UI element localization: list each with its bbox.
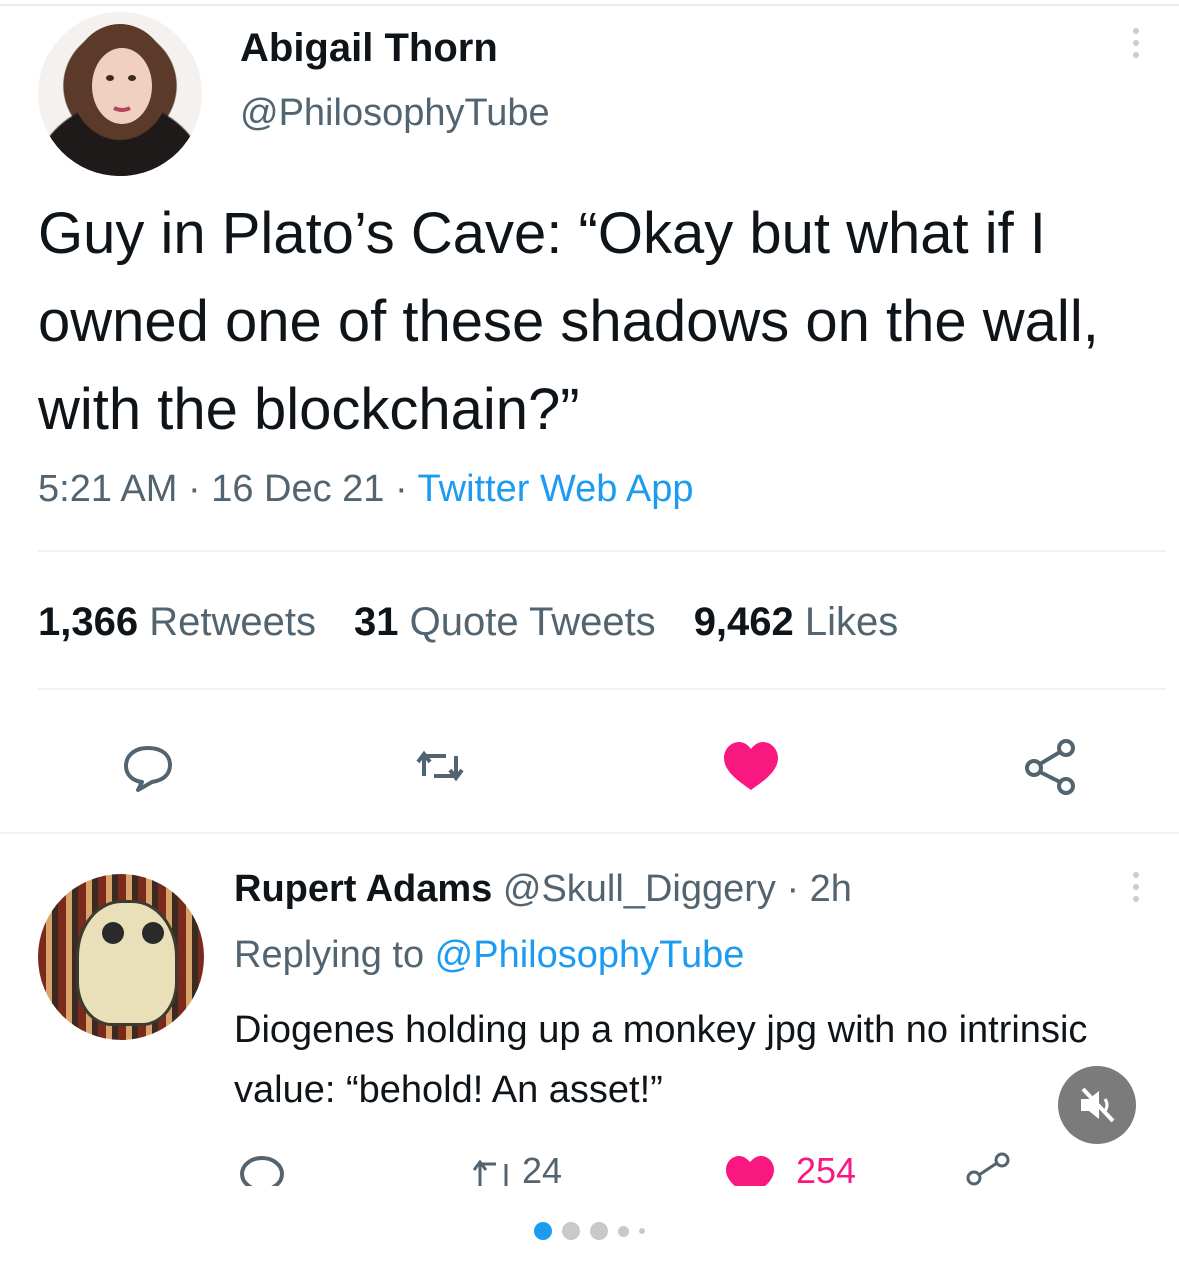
top-divider — [0, 4, 1179, 6]
share-button[interactable] — [1020, 736, 1080, 796]
author-portrait — [58, 24, 182, 176]
quotes-stat[interactable]: 31 Quote Tweets — [354, 600, 656, 644]
quotes-label: Quote Tweets — [409, 600, 656, 644]
reply-retweet-button[interactable] — [470, 1150, 518, 1192]
likes-count: 9,462 — [693, 600, 794, 644]
tweet-meta: 5:21 AM · 16 Dec 21 · Twitter Web App — [38, 468, 694, 511]
reply-text: Diogenes holding up a monkey jpg with no… — [234, 1009, 1088, 1111]
retweets-label: Retweets — [149, 600, 316, 644]
author-name[interactable]: Abigail Thorn — [240, 26, 498, 71]
reply-author-name[interactable]: Rupert Adams — [234, 868, 492, 910]
retweets-count: 1,366 — [38, 600, 139, 644]
divider — [38, 550, 1166, 552]
carousel-dot[interactable] — [590, 1222, 608, 1240]
reply-bubble-icon — [124, 746, 172, 792]
carousel-dot[interactable] — [562, 1222, 580, 1240]
quotes-count: 31 — [353, 600, 399, 644]
more-options-icon[interactable] — [1128, 28, 1144, 72]
retweet-icon — [472, 1159, 508, 1192]
replying-to: Replying to @PhilosophyTube — [234, 934, 744, 977]
retweet-icon — [416, 750, 464, 782]
meta-separator: · — [384, 468, 418, 510]
share-icon — [1025, 739, 1075, 795]
reply-like-button[interactable] — [722, 1150, 778, 1198]
tweet-date[interactable]: 16 Dec 21 — [211, 468, 384, 510]
carousel-dot-active[interactable] — [534, 1222, 552, 1240]
reply-button[interactable] — [118, 736, 178, 796]
reply-avatar[interactable] — [38, 874, 204, 1040]
muted-speaker-icon — [1081, 1087, 1115, 1123]
more-options-icon[interactable] — [1128, 872, 1144, 916]
reply-header: Rupert Adams @Skull_Diggery · 2h — [234, 868, 852, 911]
likes-label: Likes — [804, 600, 899, 644]
heart-icon — [726, 1156, 774, 1198]
tweet-text: Guy in Plato’s Cave: “Okay but what if I… — [38, 201, 1099, 442]
likes-stat[interactable]: 9,462 Likes — [694, 600, 899, 644]
carousel-dot[interactable] — [639, 1228, 645, 1234]
carousel-indicator — [0, 1222, 1179, 1240]
carousel-dot[interactable] — [618, 1225, 629, 1237]
reply-reply-button[interactable] — [238, 1150, 286, 1192]
skull-illustration — [76, 900, 178, 1026]
like-button[interactable] — [720, 736, 782, 798]
replying-to-handle[interactable]: @PhilosophyTube — [435, 934, 745, 976]
tweet-source[interactable]: Twitter Web App — [418, 468, 694, 510]
retweet-button[interactable] — [410, 736, 470, 796]
divider — [0, 832, 1179, 834]
reply-bubble-icon — [240, 1156, 284, 1192]
reply-author-handle[interactable]: @Skull_Diggery · 2h — [503, 868, 852, 910]
heart-icon — [724, 742, 778, 790]
author-avatar[interactable] — [38, 12, 202, 176]
reply-share-button[interactable] — [962, 1150, 1014, 1190]
divider — [38, 688, 1166, 690]
tweet-stats: 1,366 Retweets 31 Quote Tweets 9,462 Likes — [38, 600, 898, 645]
replying-prefix: Replying to — [234, 934, 435, 976]
share-icon — [966, 1152, 1010, 1186]
mute-toggle-button[interactable] — [1058, 1066, 1136, 1144]
meta-separator: · — [177, 468, 212, 510]
tweet-time: 5:21 AM — [38, 468, 178, 510]
retweets-stat[interactable]: 1,366 Retweets — [38, 600, 316, 644]
author-handle[interactable]: @PhilosophyTube — [240, 92, 550, 135]
